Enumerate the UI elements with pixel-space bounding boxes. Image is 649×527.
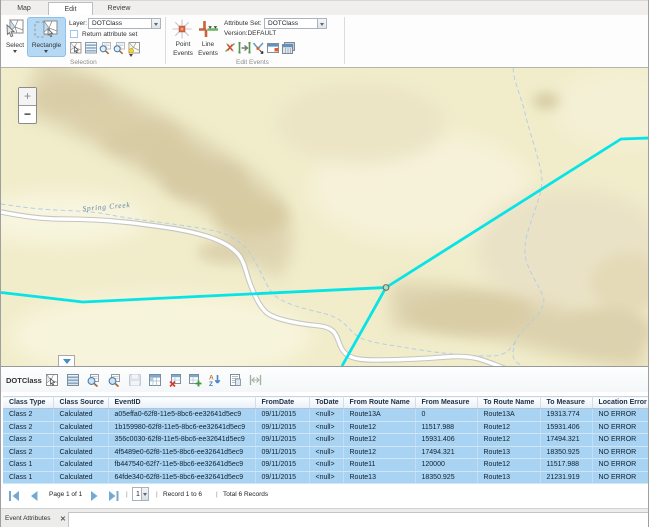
svg-text:Z: Z (209, 381, 213, 387)
